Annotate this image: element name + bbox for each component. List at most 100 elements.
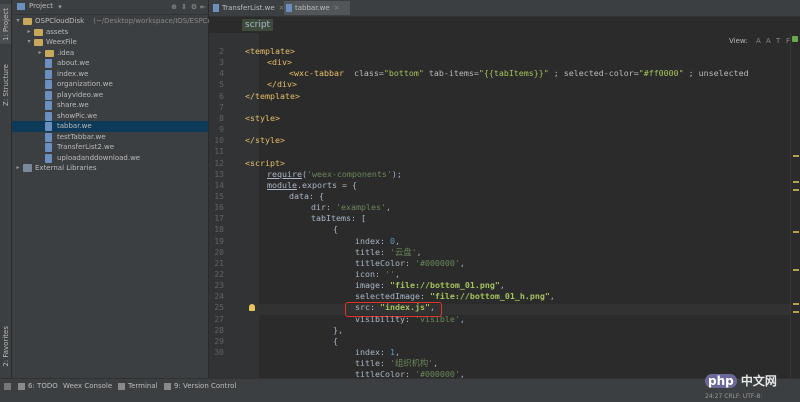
code-line: visibility: 'visible', [355, 313, 465, 324]
tree-file-item[interactable]: playvideo.we [12, 90, 208, 101]
code-line: title: '云盘', [355, 246, 422, 257]
tree-file-item[interactable]: tabbar.we [12, 121, 208, 132]
error-stripe-mark[interactable] [793, 269, 799, 271]
breadcrumb-script[interactable]: script [242, 19, 274, 31]
status-bar: 24:27 CRLF: UTF-8: [0, 393, 800, 402]
tree-item-label: testTabbar.we [57, 132, 106, 141]
file-icon [45, 80, 52, 89]
tool-window-toggle-icon[interactable] [4, 382, 14, 390]
line-number: 4 [219, 69, 224, 79]
tree-folder-item[interactable]: ▸ assets [12, 27, 208, 38]
target-icon[interactable]: ⊕ [170, 3, 178, 11]
code-line: selectedImage: "file://bottom_01_h.png", [355, 291, 555, 302]
chevron-down-icon[interactable]: ▾ [56, 3, 64, 11]
gear-icon[interactable]: ⚙ [190, 3, 198, 11]
error-stripe-mark[interactable] [793, 231, 799, 233]
collapse-icon[interactable]: ⇕ [180, 3, 188, 11]
tab-structure[interactable]: Z: Structure [0, 62, 11, 108]
tab-project[interactable]: 1: Project [0, 4, 11, 44]
code-line: tabItems: [ [311, 213, 366, 224]
tree-item-label: index.we [57, 69, 89, 78]
code-line: dir: 'examples', [311, 202, 391, 213]
hide-icon[interactable]: ⇤ [199, 3, 207, 11]
code-line: title: '组织机构', [355, 358, 439, 369]
code-line: { [333, 335, 338, 346]
tab-favorites-label: 2: Favorites [1, 325, 10, 367]
tree-folder-item[interactable]: ▸ .idea [12, 48, 208, 59]
tree-folder-item[interactable]: ▾ WeexFile [12, 37, 208, 48]
weex-console-label: Weex Console [63, 382, 113, 390]
chevron-right-icon[interactable]: ▸ [37, 48, 43, 59]
line-number: 13 [214, 169, 224, 179]
tree-folder-item[interactable]: ▾ OSPCloudDisk (~/Desktop/workspace/IOS/ES… [12, 16, 223, 27]
line-number: 28 [214, 325, 224, 335]
tree-file-item[interactable]: testTabbar.we [12, 132, 208, 143]
code-line: }, [333, 324, 343, 335]
tree-file-item[interactable]: uploadanddownload.we [12, 153, 208, 164]
version-control-icon [164, 382, 171, 390]
line-number: 10 [214, 136, 224, 146]
tree-file-item[interactable]: index.we [12, 69, 208, 80]
line-number: 17 [214, 214, 224, 224]
tab-favorites[interactable]: 2: Favorites [0, 325, 11, 367]
error-stripe-mark[interactable] [793, 181, 799, 183]
line-number: 23 [214, 281, 224, 291]
tree-file-item[interactable]: TransferList2.we [12, 142, 208, 153]
close-icon[interactable]: × [334, 4, 340, 12]
library-icon [23, 164, 32, 172]
version-control-label: 9: Version Control [174, 382, 237, 390]
line-number: 6 [219, 91, 224, 101]
code-line: index: 0, [355, 235, 400, 246]
lightbulb-icon[interactable] [249, 304, 255, 311]
weex-console-button[interactable]: Weex Console [63, 382, 112, 390]
code-line: titleColor: '#000000', [355, 257, 465, 268]
tree-item-label: tabbar.we [57, 122, 92, 130]
tab-structure-label: Z: Structure [1, 64, 10, 106]
tab-project-label: 1: Project [1, 7, 10, 41]
tab-tabbar[interactable]: tabbar.we × [284, 1, 350, 15]
todo-button[interactable]: 6: TODO [18, 382, 58, 390]
error-stripe-mark[interactable] [793, 303, 799, 305]
chevron-right-icon[interactable]: ▸ [15, 163, 21, 174]
folder-icon [45, 49, 54, 57]
version-control-button[interactable]: 9: Version Control [164, 382, 236, 390]
view-button[interactable]: A [766, 37, 771, 45]
status-text: 24:27 CRLF: UTF-8: [705, 393, 763, 400]
view-button[interactable]: A [756, 37, 761, 45]
line-number: 30 [214, 348, 224, 358]
line-number: 20 [214, 247, 224, 257]
caret-line-highlight [259, 304, 800, 315]
line-number: 25 [214, 303, 224, 313]
error-stripe-mark[interactable] [793, 155, 799, 157]
chevron-right-icon[interactable]: ▸ [26, 27, 32, 38]
tree-item-label: showPic.we [57, 111, 98, 120]
error-stripe-mark[interactable] [793, 311, 799, 313]
tree-item-label: about.we [57, 59, 90, 67]
code-line: <template> [245, 46, 295, 56]
file-icon [45, 111, 52, 121]
tree-file-item[interactable]: organization.we [12, 79, 208, 90]
line-number: 7 [219, 102, 224, 112]
code-line: titleColor: '#000000', [355, 369, 465, 380]
file-icon [213, 4, 219, 12]
watermark-text: 中文网 [740, 374, 777, 388]
project-panel-title[interactable]: Project [29, 2, 53, 10]
view-button[interactable]: T [776, 37, 780, 45]
editor-scrollbar[interactable] [790, 33, 800, 378]
file-icon [45, 90, 52, 100]
tree-item-label: uploadanddownload.we [57, 153, 141, 162]
project-panel: Project ▾ ⊕ ⇕ ⚙ ⇤ ▾ OSPCloudDisk (~/Deskto… [12, 0, 223, 378]
line-number: 9 [219, 125, 224, 135]
terminal-button[interactable]: Terminal [118, 382, 158, 390]
tree-file-item[interactable]: showPic.we [12, 111, 208, 122]
error-stripe-mark[interactable] [793, 189, 799, 191]
code-line: module.exports = { [267, 179, 357, 190]
inspection-status-icon[interactable] [792, 36, 798, 42]
file-icon [45, 122, 52, 131]
chevron-down-icon[interactable]: ▾ [26, 37, 32, 48]
tab-transferlist[interactable]: TransferList.we × [211, 1, 292, 15]
tree-file-item[interactable]: about.we [12, 58, 208, 69]
chevron-down-icon[interactable]: ▾ [15, 16, 21, 27]
tree-libraries-item[interactable]: ▸ External Libraries [12, 163, 208, 174]
tree-file-item[interactable]: share.we [12, 100, 208, 111]
